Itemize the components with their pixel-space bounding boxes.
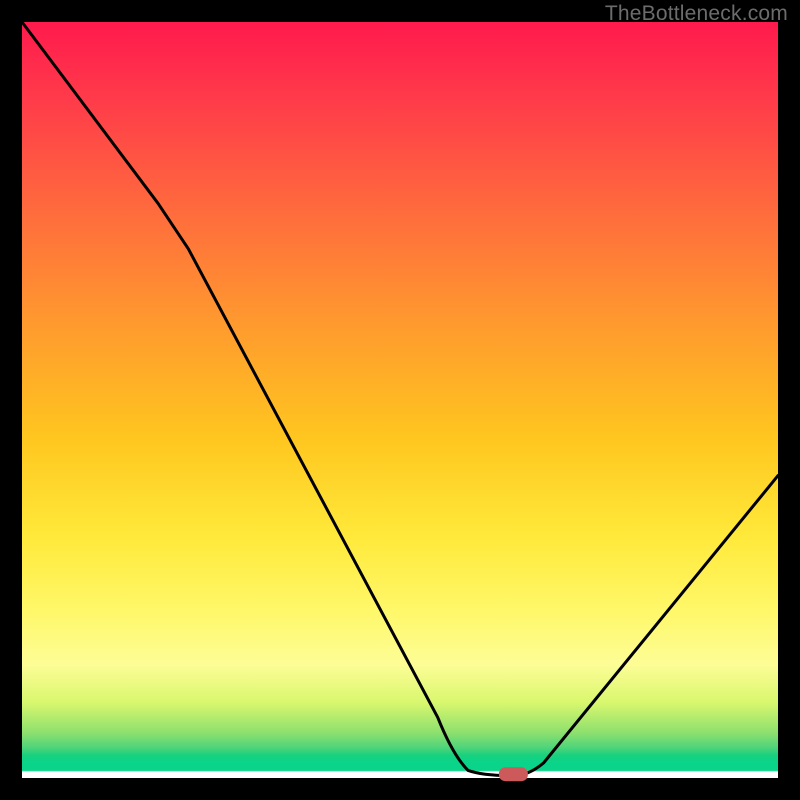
optimal-marker (499, 768, 527, 781)
chart-overlay (22, 22, 778, 778)
bottleneck-curve (22, 22, 778, 776)
chart-frame: TheBottleneck.com (0, 0, 800, 800)
